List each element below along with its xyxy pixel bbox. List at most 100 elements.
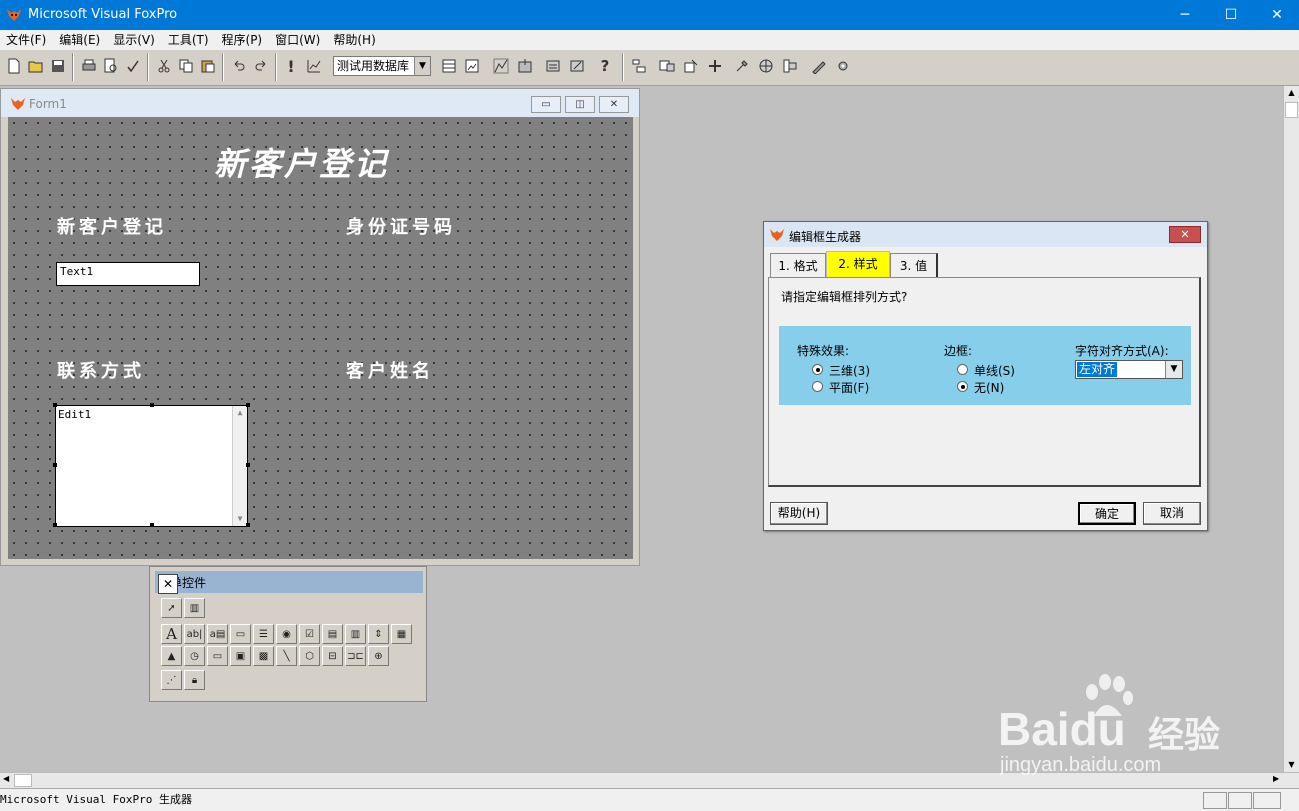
ok-button[interactable]: 确定 (1078, 502, 1136, 525)
border-single-label[interactable]: 单线(S) (974, 362, 1015, 379)
scroll-up-icon[interactable]: ▲ (233, 406, 247, 420)
scroll-left-icon[interactable]: ◀ (3, 774, 9, 783)
dialog-title-bar[interactable]: 编辑框生成器 ✕ (764, 222, 1207, 247)
tab-format[interactable]: 1. 格式 (770, 253, 826, 277)
pageframe-tool-icon[interactable]: ▭ (207, 646, 228, 666)
selection-handle[interactable] (150, 403, 154, 407)
selection-handle[interactable] (246, 463, 250, 467)
align-select[interactable]: 左对齐 ▼ (1075, 360, 1183, 379)
tab-value[interactable]: 3. 值 (890, 253, 938, 277)
cancel-button[interactable]: 取消 (1143, 502, 1201, 525)
menu-view[interactable]: 显示(V) (107, 30, 162, 50)
copy-icon[interactable] (175, 55, 197, 77)
scroll-down-icon[interactable]: ▼ (1284, 758, 1299, 772)
save-icon[interactable] (47, 55, 69, 77)
checkbox-tool-icon[interactable]: ☑ (299, 624, 320, 644)
menu-tools[interactable]: 工具(T) (162, 30, 216, 50)
effect-flat-radio[interactable] (812, 381, 823, 392)
edit1-scrollbar[interactable]: ▲ ▼ (232, 406, 247, 526)
build-icon[interactable] (808, 55, 830, 77)
form1-title-bar[interactable]: Form1 ▭ ◫ ✕ (1, 89, 639, 117)
border-single-radio[interactable] (957, 364, 968, 375)
palette-close-icon[interactable]: ✕ (158, 574, 178, 594)
selection-handle[interactable] (246, 523, 250, 527)
layout-icon-4[interactable] (704, 55, 726, 77)
scrollbar-thumb[interactable] (14, 774, 32, 787)
border-none-radio[interactable] (957, 381, 968, 392)
olecontainer-tool-icon[interactable]: ▩ (253, 646, 274, 666)
oleboundcontrol-tool-icon[interactable]: ▣ (230, 646, 251, 666)
scroll-down-icon[interactable]: ▼ (233, 512, 247, 526)
form-heading[interactable]: 新客户登记 (214, 139, 389, 185)
report-icon[interactable] (461, 55, 483, 77)
separator-tool-icon[interactable]: ⊐⊏ (345, 646, 366, 666)
redo-icon[interactable] (250, 55, 272, 77)
label-tool-icon[interactable]: A (161, 624, 182, 644)
layout-icon-1[interactable] (628, 55, 650, 77)
menu-window[interactable]: 窗口(W) (269, 30, 327, 50)
form-grid-icon[interactable] (438, 55, 460, 77)
tools-icon[interactable] (731, 55, 753, 77)
wizard-icon-1[interactable] (490, 55, 512, 77)
scrollbar-thumb[interactable] (1285, 102, 1298, 118)
selection-handle[interactable] (150, 523, 154, 527)
pointer-tool-icon[interactable]: ➚ (161, 598, 182, 618)
edit1-editbox[interactable]: Edit1 ▲ ▼ (55, 405, 248, 527)
print-icon[interactable] (78, 55, 100, 77)
main-vertical-scrollbar[interactable]: ▲ ▼ (1283, 86, 1299, 772)
border-none-label[interactable]: 无(N) (974, 379, 1004, 396)
paste-icon[interactable] (197, 55, 219, 77)
form-restore-button[interactable]: ◫ (565, 96, 595, 113)
text1-textbox[interactable]: Text1 (56, 262, 200, 286)
selection-handle[interactable] (53, 463, 57, 467)
class-library-icon[interactable]: ▥ (184, 598, 205, 618)
close-button[interactable]: ✕ (1254, 0, 1299, 30)
form-close-button[interactable]: ✕ (599, 96, 629, 113)
maximize-button[interactable]: ☐ (1208, 0, 1254, 30)
textbox-tool-icon[interactable]: ab| (184, 624, 205, 644)
selection-handle[interactable] (53, 523, 57, 527)
menu-edit[interactable]: 编辑(E) (53, 30, 107, 50)
scroll-right-icon[interactable]: ▶ (1273, 774, 1279, 783)
grid-tool-icon[interactable]: ▦ (391, 624, 412, 644)
form-design-canvas[interactable]: 新客户登记 新客户登记 身份证号码 Text1 联系方式 客户姓名 Edit1 … (8, 117, 633, 559)
settings-icon[interactable] (832, 55, 854, 77)
palette-title-bar[interactable]: 表单控件 ✕ (155, 571, 423, 594)
optiongroup-tool-icon[interactable]: ◉ (276, 624, 297, 644)
timer-tool-icon[interactable]: ◷ (184, 646, 205, 666)
spinner-tool-icon[interactable]: ⇕ (368, 624, 389, 644)
cut-icon[interactable] (153, 55, 175, 77)
listbox-tool-icon[interactable]: ▥ (345, 624, 366, 644)
help-icon[interactable]: ? (594, 55, 616, 77)
hyperlink-tool-icon[interactable]: ⊕ (368, 646, 389, 666)
commandgroup-tool-icon[interactable]: ☰ (253, 624, 274, 644)
modify-form-icon[interactable] (303, 55, 325, 77)
menu-file[interactable]: 文件(F) (0, 30, 53, 50)
scroll-up-icon[interactable]: ▲ (1284, 86, 1299, 100)
lock-icon[interactable]: 🔒︎ (184, 670, 205, 690)
dialog-close-icon[interactable]: ✕ (1169, 226, 1201, 243)
combobox-tool-icon[interactable]: ▤ (322, 624, 343, 644)
line-tool-icon[interactable]: ╲ (276, 646, 297, 666)
effect-3d-label[interactable]: 三维(3) (829, 362, 870, 379)
selection-handle[interactable] (246, 403, 250, 407)
layout-icon-2[interactable] (656, 55, 678, 77)
tab-style[interactable]: 2. 样式 (826, 251, 890, 277)
globe-icon[interactable] (755, 55, 777, 77)
label-customer-name[interactable]: 客户姓名 (346, 357, 434, 383)
container-tool-icon[interactable]: ⊟ (322, 646, 343, 666)
chevron-down-icon[interactable]: ▼ (1165, 361, 1182, 378)
spell-check-icon[interactable] (122, 55, 144, 77)
wizard-icon-3[interactable] (542, 55, 564, 77)
database-combo[interactable]: 测试用数据库 ▼ (333, 56, 431, 76)
menu-help[interactable]: 帮助(H) (327, 30, 382, 50)
help-button[interactable]: 帮助(H) (770, 502, 828, 525)
chevron-down-icon[interactable]: ▼ (414, 57, 430, 75)
menu-program[interactable]: 程序(P) (216, 30, 270, 50)
wizard-icon-4[interactable] (566, 55, 588, 77)
open-folder-icon[interactable] (25, 55, 47, 77)
shape-tool-icon[interactable]: ⬡ (299, 646, 320, 666)
builder-lock-icon[interactable]: ⋰ (161, 670, 182, 690)
new-file-icon[interactable] (3, 55, 25, 77)
wizard-icon-2[interactable] (514, 55, 536, 77)
